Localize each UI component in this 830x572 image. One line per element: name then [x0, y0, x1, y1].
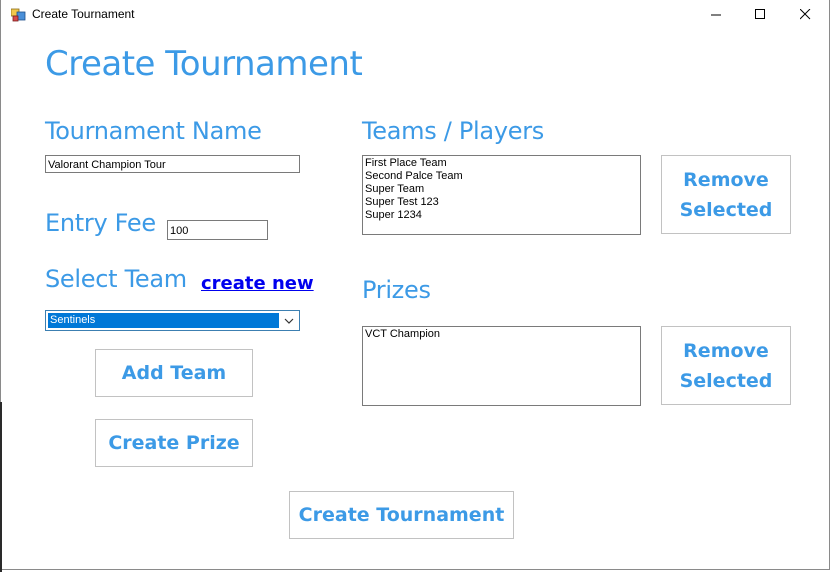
minimize-icon: [710, 14, 721, 16]
list-item[interactable]: Super Test 123: [365, 196, 638, 209]
tournament-name-input[interactable]: Valorant Champion Tour: [45, 155, 300, 173]
entry-fee-label: Entry Fee: [45, 209, 156, 237]
create-new-link[interactable]: create new: [201, 273, 314, 294]
list-item[interactable]: First Place Team: [365, 157, 638, 170]
maximize-icon: [754, 9, 765, 19]
create-tournament-window: Create Tournament Create Tournament Tour…: [0, 0, 830, 570]
close-button[interactable]: [782, 0, 828, 29]
remove-selected-prize-line2: Selected: [679, 369, 773, 392]
teams-players-label: Teams / Players: [362, 117, 544, 145]
teams-players-list[interactable]: First Place Team Second Palce Team Super…: [362, 155, 641, 235]
remove-selected-team-button[interactable]: Remove Selected: [661, 155, 791, 234]
window-title: Create Tournament: [32, 7, 135, 21]
add-team-button[interactable]: Add Team: [95, 349, 253, 397]
create-prize-button[interactable]: Create Prize: [95, 419, 253, 467]
chevron-down-icon[interactable]: [281, 311, 297, 330]
list-item[interactable]: Super 1234: [365, 209, 638, 222]
selected-team-value: Sentinels: [48, 313, 279, 328]
tournament-name-label: Tournament Name: [45, 117, 262, 145]
entry-fee-input[interactable]: 100: [167, 220, 268, 240]
prizes-label: Prizes: [362, 276, 431, 304]
list-item[interactable]: VCT Champion: [365, 328, 638, 341]
remove-selected-prize-line1: Remove: [683, 339, 769, 362]
app-icon: [11, 8, 26, 22]
title-bar[interactable]: Create Tournament: [1, 0, 829, 29]
prizes-list[interactable]: VCT Champion: [362, 326, 641, 406]
minimize-button[interactable]: [693, 0, 739, 29]
remove-selected-prize-button[interactable]: Remove Selected: [661, 326, 791, 405]
close-icon: [799, 9, 810, 20]
page-title: Create Tournament: [45, 44, 363, 84]
list-item[interactable]: Super Team: [365, 183, 638, 196]
list-item[interactable]: Second Palce Team: [365, 170, 638, 183]
select-team-label: Select Team: [45, 265, 187, 293]
select-team-dropdown[interactable]: Sentinels: [45, 310, 300, 331]
remove-selected-team-line1: Remove: [683, 168, 769, 191]
create-tournament-button[interactable]: Create Tournament: [289, 491, 514, 539]
maximize-button[interactable]: [737, 0, 783, 29]
window-edge: [0, 402, 2, 572]
remove-selected-team-line2: Selected: [679, 198, 773, 221]
